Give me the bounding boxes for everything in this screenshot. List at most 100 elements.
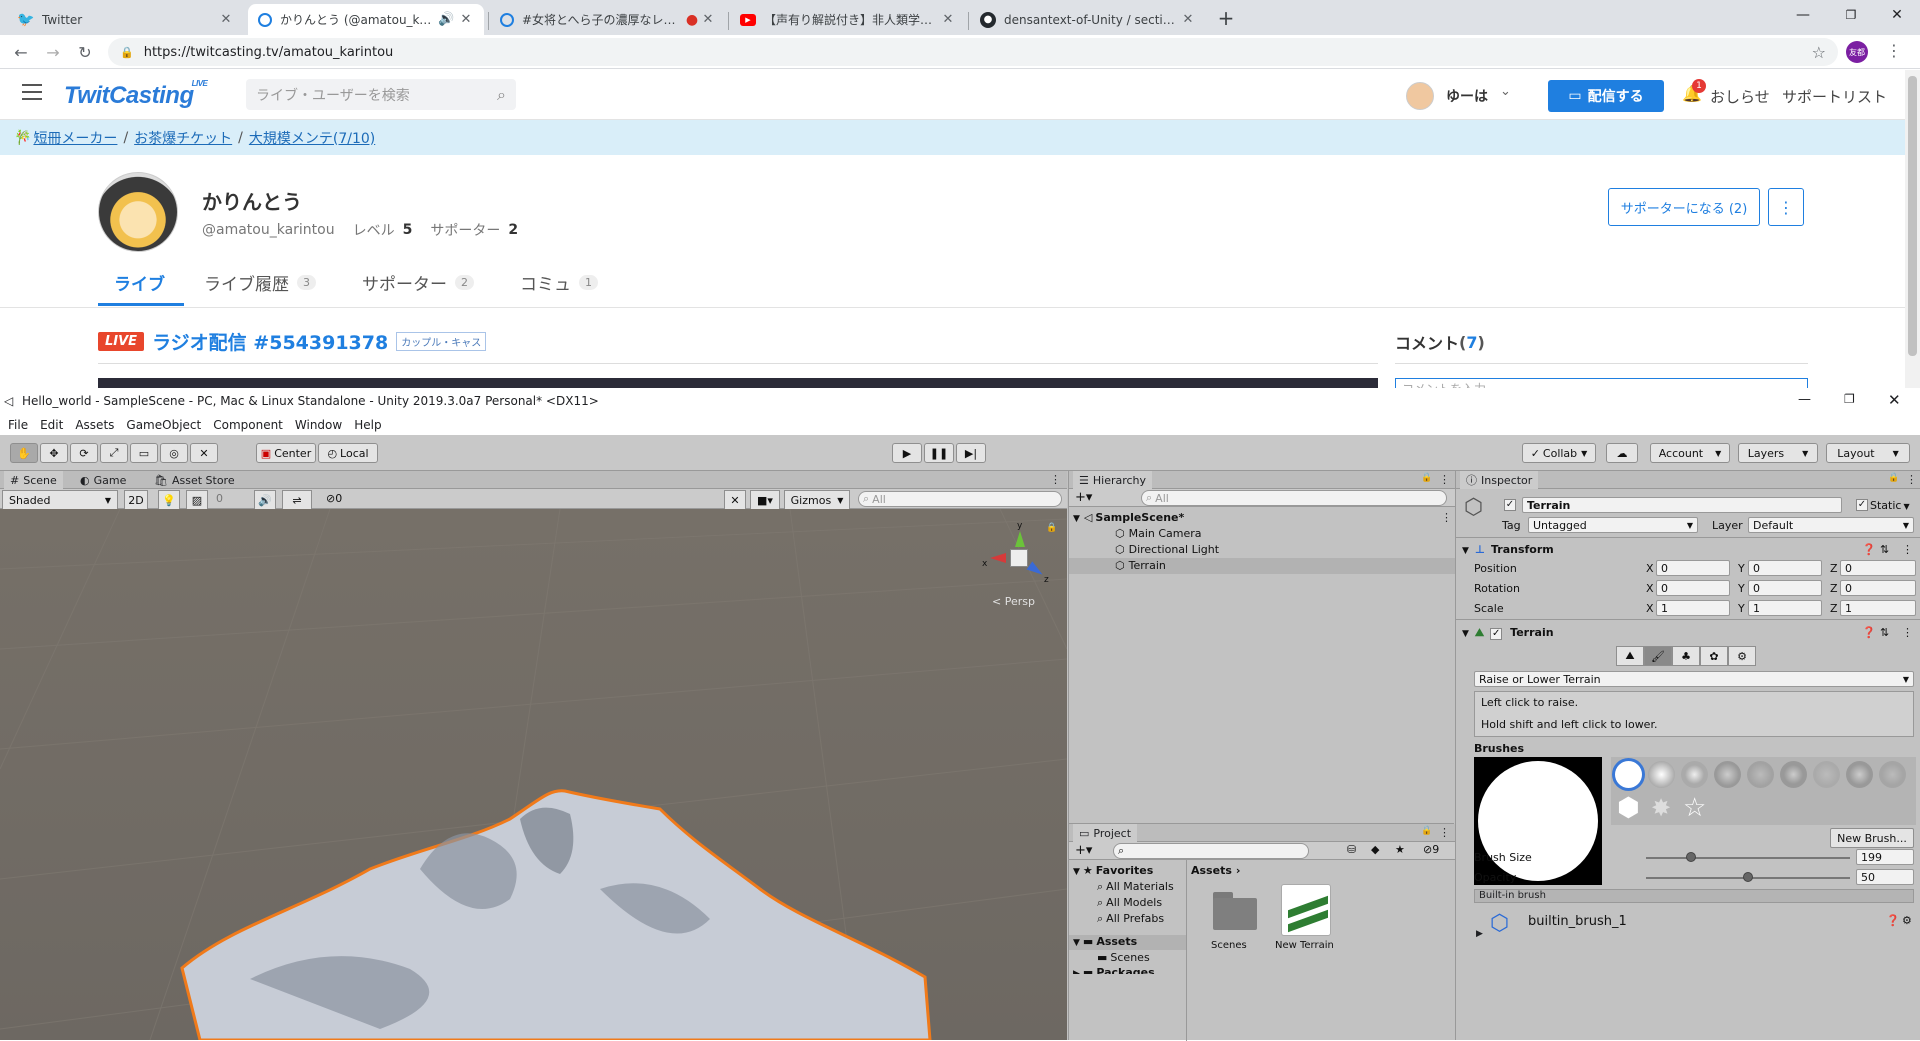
move-tool-icon[interactable]: ✥ — [40, 443, 68, 463]
help-icon[interactable]: ❓ — [1886, 914, 1900, 927]
terrain-asset-icon[interactable] — [1281, 884, 1331, 936]
menu-file[interactable]: File — [8, 418, 28, 432]
opacity-slider-thumb[interactable] — [1743, 872, 1753, 882]
scene-viewport[interactable]: y x z 🔒 < Persp — [0, 509, 1067, 1040]
scene-orientation-gizmo[interactable]: y x z — [982, 521, 1049, 587]
hierarchy-item-main-camera[interactable]: ⬡ Main Camera — [1115, 527, 1202, 540]
2d-toggle[interactable]: 2D — [124, 490, 148, 510]
scale-tool-icon[interactable]: ⤢ — [100, 443, 128, 463]
account-dropdown[interactable]: Account ▼ — [1650, 443, 1730, 463]
gizmos-dropdown[interactable]: Gizmos ▼ — [784, 490, 850, 510]
opacity-field[interactable]: 50 — [1856, 869, 1914, 885]
notice-link-maintenance[interactable]: 大規模メンテ(7/10) — [249, 128, 375, 148]
terrain-tool-dropdown[interactable]: Raise or Lower Terrain ▼ — [1474, 671, 1914, 687]
brush-noise[interactable] — [1747, 761, 1774, 788]
position-z-field[interactable]: 0 — [1840, 560, 1916, 576]
scenes-folder-row[interactable]: ▬ Scenes — [1097, 951, 1150, 964]
hierarchy-search-input[interactable]: ⌕ All — [1141, 490, 1447, 506]
close-window-icon[interactable]: ✕ — [1874, 0, 1920, 30]
more-options-icon[interactable]: ⋮ — [1768, 188, 1804, 226]
video-player[interactable] — [98, 378, 1378, 388]
perspective-label[interactable]: < Persp — [992, 595, 1035, 608]
expand-arrow-icon[interactable]: ▼ — [1073, 514, 1080, 524]
brush-size-slider-thumb[interactable] — [1685, 852, 1696, 862]
menu-component[interactable]: Component — [213, 418, 283, 432]
assets-folder-row[interactable]: ▼ ▬ Assets — [1069, 935, 1186, 950]
rotation-x-field[interactable]: 0 — [1656, 580, 1730, 596]
expand-arrow-icon[interactable]: ▶ — [1476, 929, 1483, 939]
tab-project[interactable]: ▭ Project — [1073, 824, 1138, 842]
menu-edit[interactable]: Edit — [40, 418, 63, 432]
back-icon[interactable]: ← — [10, 41, 32, 63]
hierarchy-item-terrain[interactable]: ⬡ Terrain — [1069, 558, 1455, 574]
notifications-link[interactable]: おしらせ — [1710, 86, 1770, 107]
step-icon[interactable]: ▶| — [956, 443, 986, 463]
tc-search-input[interactable]: ライブ・ユーザーを検索 ⌕ — [246, 79, 516, 110]
search-icon[interactable]: ⌕ — [497, 85, 506, 105]
active-checkbox[interactable]: ✓ — [1504, 499, 1516, 511]
gizmo-y-axis[interactable] — [1015, 531, 1025, 547]
tab-asset-store[interactable]: 🛍 Asset Store — [148, 471, 241, 489]
presets-icon[interactable]: ⇅ — [1880, 626, 1889, 639]
component-menu-icon[interactable]: ⋮ — [1902, 543, 1913, 556]
close-tab-icon[interactable]: ✕ — [1180, 12, 1196, 27]
forward-icon[interactable]: → — [42, 41, 64, 63]
user-avatar[interactable] — [1406, 82, 1434, 110]
browser-menu-icon[interactable]: ⋮ — [1886, 41, 1902, 60]
page-scrollbar[interactable] — [1905, 70, 1920, 388]
project-breadcrumb[interactable]: Assets › — [1191, 864, 1240, 877]
effects-icon[interactable]: ▨ — [186, 490, 208, 510]
menu-gameobject[interactable]: GameObject — [126, 418, 201, 432]
filter-type-icon[interactable]: ⛁ — [1347, 843, 1356, 856]
new-brush-button[interactable]: New Brush... — [1830, 828, 1914, 848]
collab-dropdown[interactable]: ✓ Collab ▼ — [1522, 443, 1596, 463]
scale-x-field[interactable]: 1 — [1656, 600, 1730, 616]
menu-assets[interactable]: Assets — [75, 418, 114, 432]
chevron-down-icon[interactable]: ⌄ — [1500, 84, 1511, 99]
brush-hexagon[interactable]: ⬢ — [1617, 795, 1640, 821]
support-list-link[interactable]: サポートリスト — [1782, 86, 1887, 107]
close-tab-icon[interactable]: ✕ — [940, 12, 956, 27]
hamburger-menu-icon[interactable] — [22, 84, 42, 100]
scale-z-field[interactable]: 1 — [1840, 600, 1916, 616]
browser-tab-twitcasting-2[interactable]: #女将とへら子の濃厚なレズセ ● ✕ — [490, 4, 726, 35]
minimize-icon[interactable]: — — [1780, 0, 1826, 30]
gizmo-center-cube[interactable] — [1010, 549, 1028, 567]
opacity-slider[interactable] — [1646, 872, 1850, 882]
profile-avatar[interactable]: 友都 — [1846, 41, 1868, 63]
lock-icon[interactable]: 🔒 — [1888, 473, 1899, 483]
scene-search-input[interactable]: ⌕ All — [858, 491, 1062, 507]
create-add-icon[interactable]: +▾ — [1075, 843, 1092, 858]
camera-dropdown-icon[interactable]: ■▾ — [750, 490, 780, 510]
position-y-field[interactable]: 0 — [1748, 560, 1822, 576]
notice-link-tanzaku[interactable]: 短冊メーカー — [33, 128, 117, 148]
fx-dropdown-icon[interactable]: ⇌ — [282, 490, 312, 510]
tab-inspector[interactable]: ⓘ Inspector — [1460, 471, 1539, 489]
help-icon[interactable]: ❓ — [1862, 543, 1876, 556]
panel-menu-icon[interactable]: ⋮ — [1439, 826, 1450, 839]
lock-icon[interactable]: 🔒 — [1421, 826, 1432, 836]
profile-avatar-large[interactable] — [98, 172, 178, 252]
gizmo-x-axis[interactable] — [990, 553, 1006, 563]
hierarchy-item-directional-light[interactable]: ⬡ Directional Light — [1115, 543, 1219, 556]
transform-header[interactable]: ▼ ⊥ Transform — [1462, 543, 1554, 556]
gear-icon[interactable]: ⚙ — [1902, 914, 1912, 927]
tools-icon[interactable]: ✕ — [724, 490, 746, 510]
tab-supporters[interactable]: サポーター 2 — [362, 270, 474, 295]
address-bar[interactable]: 🔒 https://twitcasting.tv/amatou_karintou… — [108, 38, 1838, 66]
brush-spots[interactable] — [1879, 761, 1906, 788]
static-checkbox[interactable]: ✓ — [1856, 499, 1868, 511]
notice-link-ochabaku[interactable]: お茶爆チケット — [134, 128, 232, 148]
unity-minimize-icon[interactable]: — — [1798, 392, 1811, 407]
brush-splatter[interactable] — [1780, 761, 1807, 788]
favorite-all-materials[interactable]: ⌕ All Materials — [1097, 880, 1187, 894]
brush-size-slider[interactable] — [1646, 852, 1850, 862]
brush-rock[interactable] — [1813, 761, 1840, 788]
cloud-icon[interactable]: ☁ — [1606, 443, 1638, 463]
asset-scenes-label[interactable]: Scenes — [1211, 940, 1247, 951]
unity-restore-icon[interactable]: ❐ — [1844, 392, 1855, 406]
create-neighbor-icon[interactable]: ⛰ — [1616, 646, 1644, 666]
panel-menu-icon[interactable]: ⋮ — [1050, 473, 1061, 486]
bookmark-star-icon[interactable]: ☆ — [1812, 43, 1826, 62]
menu-help[interactable]: Help — [354, 418, 381, 432]
